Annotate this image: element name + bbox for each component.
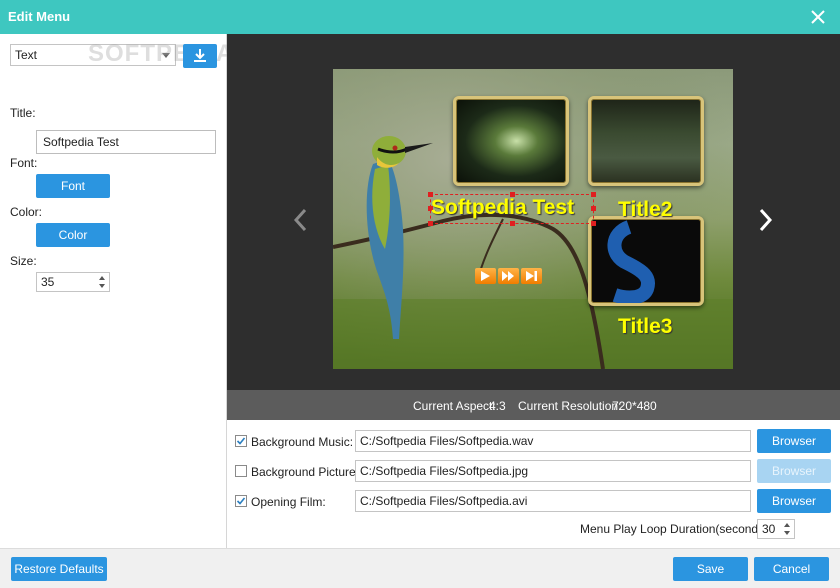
resolution-label: Current Resolution:: [518, 399, 622, 413]
skip-end-button[interactable]: [521, 268, 542, 284]
chapter-title-2[interactable]: Title2: [618, 198, 672, 222]
close-icon[interactable]: [810, 9, 826, 25]
title-input[interactable]: Softpedia Test: [36, 130, 216, 154]
title-bar: Edit Menu: [0, 0, 840, 34]
info-bar: Current Aspect: 4:3 Current Resolution: …: [227, 390, 840, 420]
opening-film-label: Opening Film:: [251, 495, 326, 509]
download-icon: [194, 49, 206, 62]
opening-film-browse-button[interactable]: Browser: [757, 489, 831, 513]
size-value: 35: [41, 275, 55, 289]
background-picture-label: Background Picture:: [251, 465, 360, 479]
fast-forward-icon: [502, 271, 514, 281]
fast-forward-button[interactable]: [498, 268, 519, 284]
menu-title-text[interactable]: Softpedia Test: [431, 196, 574, 220]
properties-panel: Text SOFTPEDIA Title: Softpedia Test Fon…: [0, 34, 233, 548]
chapter-title-3[interactable]: Title3: [618, 315, 672, 339]
preview-area: Softpedia Test Title2 Title3: [227, 34, 840, 390]
loop-duration-value: 30: [762, 522, 776, 536]
menu-preview[interactable]: Softpedia Test Title2 Title3: [333, 69, 733, 369]
background-picture-path[interactable]: C:/Softpedia Files/Softpedia.jpg: [355, 460, 751, 482]
chevron-right-icon[interactable]: [755, 206, 775, 234]
background-music-path[interactable]: C:/Softpedia Files/Softpedia.wav: [355, 430, 751, 452]
play-button[interactable]: [475, 268, 496, 284]
download-button[interactable]: [183, 44, 217, 68]
background-music-label: Background Music:: [251, 435, 354, 449]
resize-handle[interactable]: [428, 221, 433, 226]
save-button[interactable]: Save: [673, 557, 748, 581]
opening-film-path[interactable]: C:/Softpedia Files/Softpedia.avi: [355, 490, 751, 512]
restore-defaults-button[interactable]: Restore Defaults: [11, 557, 107, 581]
stepper-up-icon[interactable]: [99, 276, 105, 280]
resolution-value: 720*480: [612, 399, 657, 413]
check-icon: [236, 497, 246, 505]
chevron-left-icon[interactable]: [291, 206, 311, 234]
background-picture-browse-button: Browser: [757, 459, 831, 483]
chapter-thumbnail-1[interactable]: [453, 96, 569, 186]
cancel-button[interactable]: Cancel: [754, 557, 829, 581]
play-icon: [481, 271, 490, 281]
color-label: Color:: [10, 205, 43, 219]
aspect-value: 4:3: [489, 399, 506, 413]
opening-film-checkbox[interactable]: [235, 495, 247, 507]
stepper-down-icon[interactable]: [784, 531, 790, 535]
resize-handle[interactable]: [510, 221, 515, 226]
thumbnail-3-image: [607, 220, 655, 303]
stepper-down-icon[interactable]: [99, 284, 105, 288]
background-music-checkbox[interactable]: [235, 435, 247, 447]
background-picture-checkbox[interactable]: [235, 465, 247, 477]
stepper-up-icon[interactable]: [784, 523, 790, 527]
chapter-thumbnail-3[interactable]: [588, 216, 704, 306]
background-music-browse-button[interactable]: Browser: [757, 429, 831, 453]
resize-handle[interactable]: [591, 192, 596, 197]
aspect-label: Current Aspect:: [413, 399, 496, 413]
dialog-footer: Restore Defaults Save Cancel: [0, 548, 840, 588]
font-button[interactable]: Font: [36, 174, 110, 198]
loop-duration-stepper[interactable]: 30: [757, 519, 795, 539]
font-label: Font:: [10, 156, 38, 170]
title-label: Title:: [10, 106, 36, 120]
chapter-thumbnail-2[interactable]: [588, 96, 704, 186]
skip-end-icon: [526, 271, 537, 281]
resize-handle[interactable]: [591, 221, 596, 226]
color-button[interactable]: Color: [36, 223, 110, 247]
loop-duration-label: Menu Play Loop Duration(seconds):: [580, 522, 772, 536]
check-icon: [236, 437, 246, 445]
window-title: Edit Menu: [8, 9, 71, 24]
size-label: Size:: [10, 254, 37, 268]
element-type-value: Text: [15, 48, 38, 62]
resize-handle[interactable]: [591, 206, 596, 211]
size-stepper[interactable]: 35: [36, 272, 110, 292]
